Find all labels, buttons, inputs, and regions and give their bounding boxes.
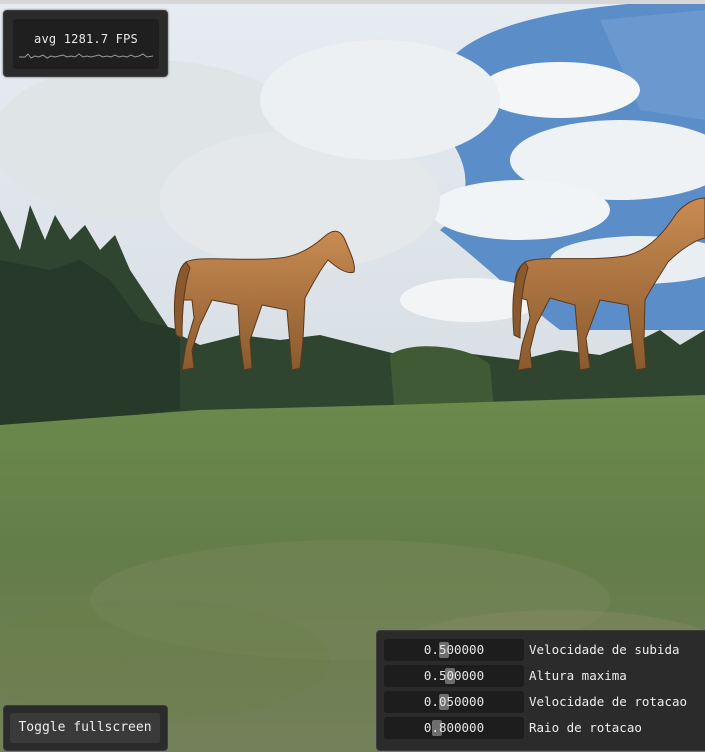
raio-de-rotacao-slider[interactable]: 0.800000 [384,717,524,739]
toggle-fullscreen-button[interactable]: Toggle fullscreen [10,713,160,743]
window-top-border [0,0,705,4]
fps-text: avg 1281.7 FPS [34,32,138,46]
param-row-raio-de-rotacao: 0.800000 Raio de rotacao [384,717,704,739]
param-row-altura-maxima: 0.500000 Altura maxima [384,665,704,687]
fullscreen-panel: Toggle fullscreen [3,705,168,751]
slider-value: 0.500000 [423,668,485,683]
slider-label: Raio de rotacao [529,720,642,735]
fps-counter-panel: avg 1281.7 FPS [3,10,168,77]
velocidade-de-rotacao-slider[interactable]: 0.050000 [384,691,524,713]
altura-maxima-slider[interactable]: 0.500000 [384,665,524,687]
parameter-panel: 0.500000 Velocidade de subida 0.500000 A… [376,630,705,751]
slider-value: 0.500000 [423,642,485,657]
slider-label: Velocidade de rotacao [529,694,688,709]
fps-counter: avg 1281.7 FPS [13,19,159,69]
slider-value: 0.800000 [423,720,485,735]
param-row-velocidade-de-subida: 0.500000 Velocidade de subida [384,639,704,661]
velocidade-de-subida-slider[interactable]: 0.500000 [384,639,524,661]
param-row-velocidade-de-rotacao: 0.050000 Velocidade de rotacao [384,691,704,713]
fps-graph [19,53,153,59]
slider-label: Velocidade de subida [529,642,680,657]
slider-value: 0.050000 [423,694,485,709]
slider-label: Altura maxima [529,668,627,683]
